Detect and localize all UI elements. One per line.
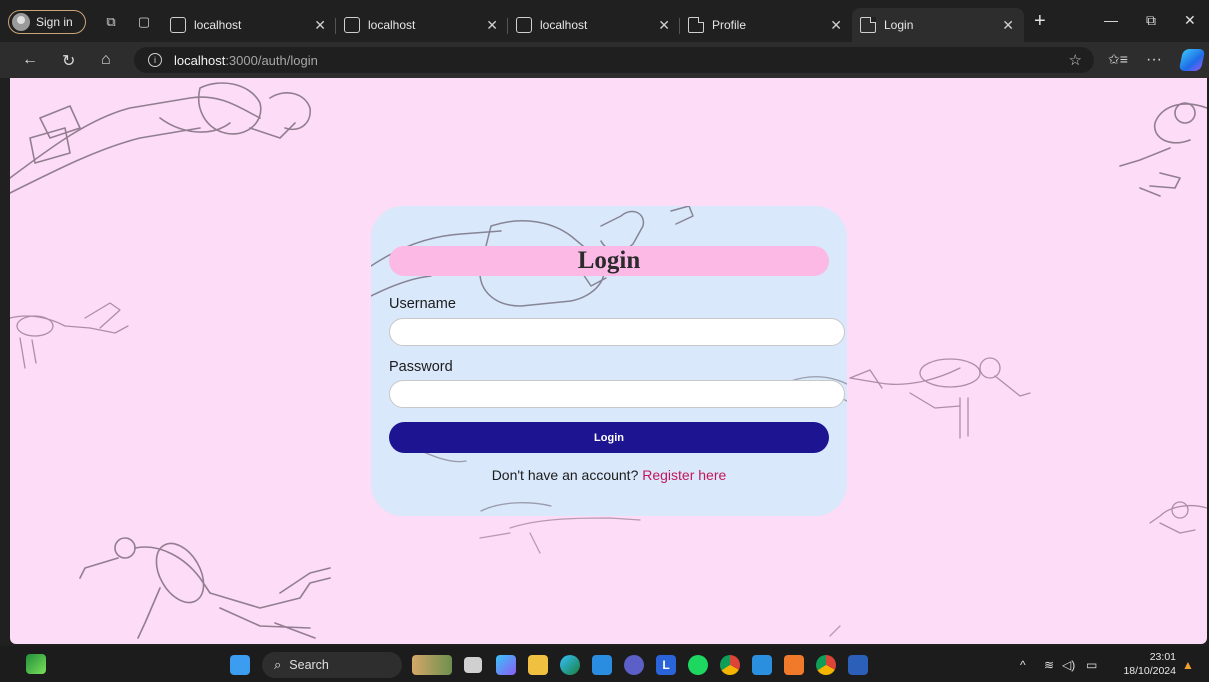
globe-icon [516, 17, 532, 33]
username-label: Username [389, 296, 456, 312]
favorite-star-icon[interactable]: ☆ [1069, 51, 1082, 69]
tab-title: localhost [540, 18, 588, 32]
login-title: Login [389, 246, 829, 276]
back-icon[interactable]: ← [22, 51, 38, 69]
tab-localhost-3[interactable]: localhost ✕ [508, 8, 680, 42]
globe-icon [170, 17, 186, 33]
start-icon[interactable] [230, 655, 250, 675]
close-icon[interactable]: ✕ [830, 17, 842, 34]
tab-actions-icon[interactable]: ▢ [136, 14, 152, 30]
home-icon[interactable]: ⌂ [101, 51, 111, 69]
word-icon[interactable] [848, 655, 868, 675]
password-input[interactable] [389, 380, 845, 408]
favorites-icon[interactable]: ✩≡ [1108, 51, 1128, 68]
register-link[interactable]: Register here [642, 467, 726, 483]
window-close-icon[interactable]: ✕ [1184, 12, 1196, 29]
url-host: localhost [174, 52, 226, 68]
globe-icon [344, 17, 360, 33]
folder-icon[interactable] [528, 655, 548, 675]
taskbar: ⌕ Search L ^ ≋ ◁) ▭ 23:01 18/10/2024 ▲ [0, 646, 1209, 682]
edge-icon[interactable] [560, 655, 580, 675]
system-clock[interactable]: 23:01 18/10/2024 [1116, 650, 1176, 678]
more-menu-icon[interactable]: ··· [1146, 51, 1162, 69]
tab-title: localhost [368, 18, 416, 32]
workspaces-icon[interactable]: ⧉ [103, 14, 119, 30]
chrome-icon[interactable] [720, 655, 740, 675]
tab-login[interactable]: Login ✕ [852, 8, 1024, 42]
notification-bell-icon[interactable]: ▲ [1182, 658, 1194, 672]
browser-tab-strip: Sign in ⧉ ▢ localhost ✕ localhost ✕ loca… [0, 0, 1209, 42]
spotify-icon[interactable] [688, 655, 708, 675]
tab-localhost-2[interactable]: localhost ✕ [336, 8, 508, 42]
volume-icon[interactable]: ◁) [1062, 658, 1075, 672]
sign-in-label: Sign in [36, 15, 73, 29]
url-path: :3000/auth/login [225, 52, 318, 68]
tab-title: Login [884, 18, 914, 32]
close-icon[interactable]: ✕ [1002, 17, 1014, 34]
register-prompt-text: Don't have an account? [491, 467, 639, 483]
widgets-icon[interactable] [26, 654, 46, 674]
clock-time: 23:01 [1149, 651, 1176, 663]
page-icon [688, 17, 704, 33]
close-icon[interactable]: ✕ [486, 17, 498, 34]
search-icon: ⌕ [274, 657, 282, 672]
login-card: Login Username Password Login Don't have… [371, 206, 847, 516]
clock-date: 18/10/2024 [1123, 665, 1176, 677]
battery-icon[interactable]: ▭ [1086, 658, 1097, 672]
restore-icon[interactable]: ⧉ [1146, 12, 1156, 29]
copilot-icon[interactable] [1178, 49, 1206, 71]
login-button[interactable]: Login [389, 422, 829, 453]
refresh-icon[interactable]: ↻ [62, 51, 75, 71]
page-viewport: Login Username Password Login Don't have… [10, 78, 1207, 644]
l-app-icon[interactable]: L [656, 655, 676, 675]
username-input[interactable] [389, 318, 845, 346]
chrome-alt-icon[interactable] [816, 655, 836, 675]
wifi-icon[interactable]: ≋ [1044, 658, 1054, 672]
tab-profile[interactable]: Profile ✕ [680, 8, 852, 42]
register-prompt: Don't have an account? Register here [371, 467, 847, 483]
new-tab-button[interactable]: + [1034, 10, 1046, 33]
page-icon [860, 17, 876, 33]
mail-icon[interactable] [592, 655, 612, 675]
address-bar[interactable]: i localhost :3000/auth/login ☆ [134, 47, 1094, 73]
site-info-icon[interactable]: i [148, 53, 162, 67]
file-explorer-icon[interactable] [464, 657, 482, 673]
search-label: Search [289, 658, 329, 672]
vscode-icon[interactable] [752, 655, 772, 675]
profile-avatar-icon [12, 13, 30, 31]
sign-in-button[interactable]: Sign in [8, 10, 86, 34]
tab-localhost-1[interactable]: localhost ✕ [162, 8, 336, 42]
tray-chevron-icon[interactable]: ^ [1020, 658, 1026, 672]
close-icon[interactable]: ✕ [314, 17, 326, 34]
password-label: Password [389, 359, 453, 375]
browser-toolbar: ← ↻ ⌂ i localhost :3000/auth/login ☆ ✩≡ … [0, 42, 1209, 78]
teams-icon[interactable] [624, 655, 644, 675]
xampp-icon[interactable] [784, 655, 804, 675]
tab-title: Profile [712, 18, 747, 32]
tab-title: localhost [194, 18, 242, 32]
copilot-app-icon[interactable] [496, 655, 516, 675]
taskbar-search[interactable]: ⌕ Search [262, 652, 402, 678]
close-icon[interactable]: ✕ [658, 17, 670, 34]
news-widget-icon[interactable] [412, 655, 452, 675]
minimize-icon[interactable]: — [1104, 12, 1118, 28]
